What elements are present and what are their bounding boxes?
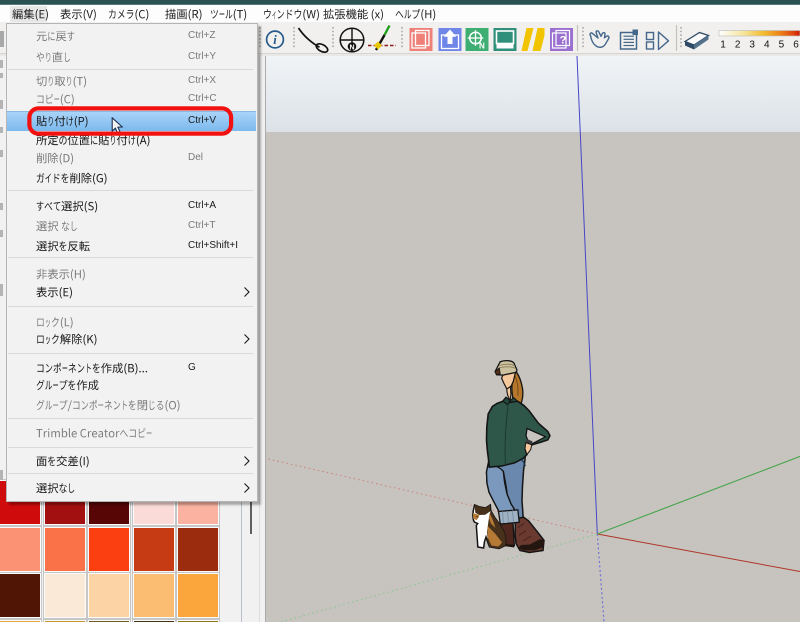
svg-text:i: i	[273, 33, 277, 47]
svg-text:1: 1	[720, 40, 726, 51]
svg-text:6: 6	[793, 40, 799, 51]
svg-text:?: ?	[560, 35, 567, 47]
svg-text:N: N	[479, 42, 485, 51]
svg-text:5: 5	[779, 40, 785, 51]
svg-text:3: 3	[749, 40, 755, 51]
svg-text:4: 4	[764, 40, 770, 51]
svg-text:N: N	[349, 45, 354, 52]
svg-text:2: 2	[735, 40, 741, 51]
